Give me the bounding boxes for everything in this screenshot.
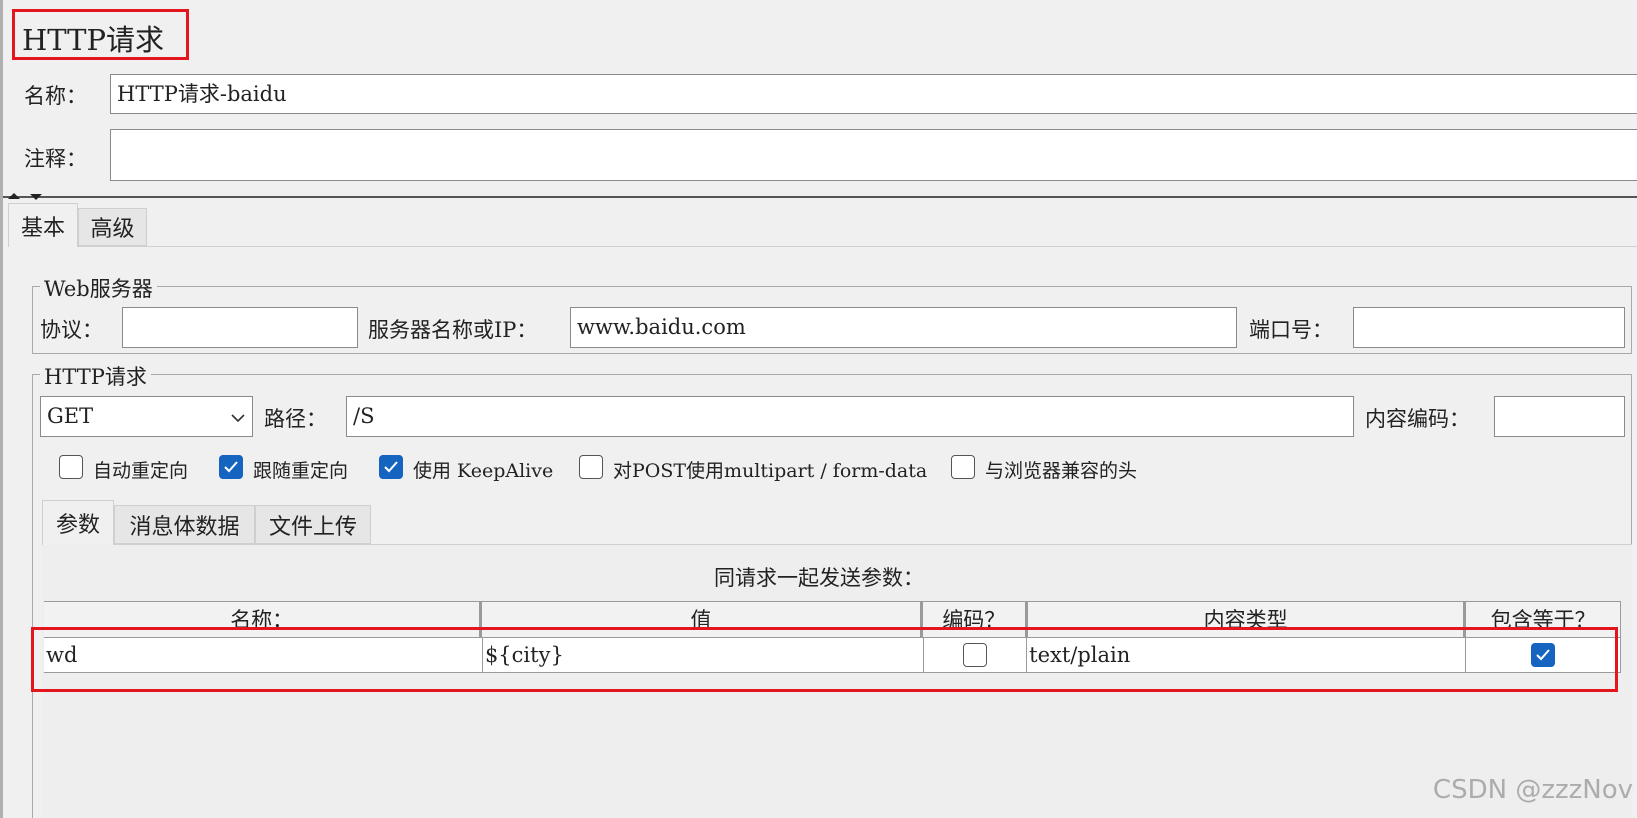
- tab-file-upload[interactable]: 文件上传: [255, 505, 371, 544]
- param-encode-cell[interactable]: [923, 638, 1028, 672]
- follow-redirect-checkbox[interactable]: [219, 455, 243, 479]
- browser-headers-checkbox[interactable]: [951, 455, 975, 479]
- tab-parameters[interactable]: 参数: [42, 500, 114, 545]
- check-icon: [224, 461, 238, 473]
- follow-redirect-label: 跟随重定向: [253, 460, 349, 482]
- multipart-label: 对POST使用multipart / form-data: [613, 460, 928, 482]
- params-table-header: 名称： 值 编码？ 内容类型 包含等于？: [44, 601, 1621, 638]
- name-input[interactable]: HTTP请求-baidu: [110, 74, 1637, 114]
- column-header-encode: 编码？: [922, 602, 1028, 638]
- content-encoding-input[interactable]: [1494, 396, 1625, 437]
- server-input[interactable]: www.baidu.com: [570, 307, 1237, 348]
- param-include-equals-cell[interactable]: [1466, 638, 1621, 672]
- keepalive-label: 使用 KeepAlive: [413, 460, 554, 482]
- http-request-legend: HTTP请求: [40, 361, 151, 391]
- splitter-bar[interactable]: [3, 196, 1637, 198]
- page-title: HTTP请求: [22, 23, 165, 57]
- port-input[interactable]: [1353, 307, 1625, 348]
- auto-redirect-checkbox[interactable]: [59, 455, 83, 479]
- protocol-input[interactable]: [122, 307, 358, 348]
- tab-body-data[interactable]: 消息体数据: [114, 505, 255, 544]
- comment-label: 注释：: [24, 147, 87, 171]
- param-value-cell[interactable]: ${city}: [482, 638, 924, 672]
- window-left-border: [0, 0, 3, 818]
- method-value: GET: [47, 404, 94, 428]
- tab-strip-line: [8, 246, 1637, 247]
- param-encode-checkbox[interactable]: [963, 643, 987, 667]
- param-name-cell[interactable]: wd: [44, 638, 483, 672]
- server-label: 服务器名称或IP：: [368, 318, 538, 342]
- tab-advanced[interactable]: 高级: [78, 208, 147, 246]
- param-include-equals-checkbox[interactable]: [1531, 643, 1556, 667]
- param-content-type-cell[interactable]: text/plain: [1027, 638, 1467, 672]
- path-input[interactable]: /S: [346, 396, 1354, 437]
- auto-redirect-label: 自动重定向: [93, 460, 189, 482]
- web-server-legend: Web服务器: [40, 273, 157, 303]
- column-header-include-equals: 包含等于？: [1466, 602, 1621, 638]
- check-icon: [384, 461, 398, 473]
- browser-headers-label: 与浏览器兼容的头: [985, 460, 1138, 482]
- method-select[interactable]: GET: [40, 396, 253, 437]
- tab-basic[interactable]: 基本: [8, 203, 78, 247]
- column-header-content-type: 内容类型: [1027, 602, 1467, 638]
- name-label: 名称：: [24, 84, 87, 108]
- column-header-name: 名称：: [44, 602, 483, 638]
- keepalive-checkbox[interactable]: [379, 455, 403, 479]
- watermark: CSDN @zzzNov: [1432, 775, 1633, 805]
- protocol-label: 协议：: [40, 318, 103, 342]
- chevron-down-icon: [230, 406, 246, 427]
- path-label: 路径：: [264, 407, 327, 431]
- params-caption: 同请求一起发送参数：: [714, 566, 924, 590]
- content-encoding-label: 内容编码：: [1365, 407, 1470, 431]
- table-row[interactable]: wd ${city} text/plain: [44, 638, 1621, 673]
- collapse-up-icon[interactable]: [8, 193, 20, 199]
- port-label: 端口号：: [1249, 318, 1333, 342]
- column-header-value: 值: [482, 602, 923, 638]
- comment-input[interactable]: [110, 129, 1637, 181]
- multipart-checkbox[interactable]: [579, 455, 603, 479]
- check-icon: [1536, 649, 1550, 661]
- collapse-down-icon[interactable]: [30, 194, 42, 200]
